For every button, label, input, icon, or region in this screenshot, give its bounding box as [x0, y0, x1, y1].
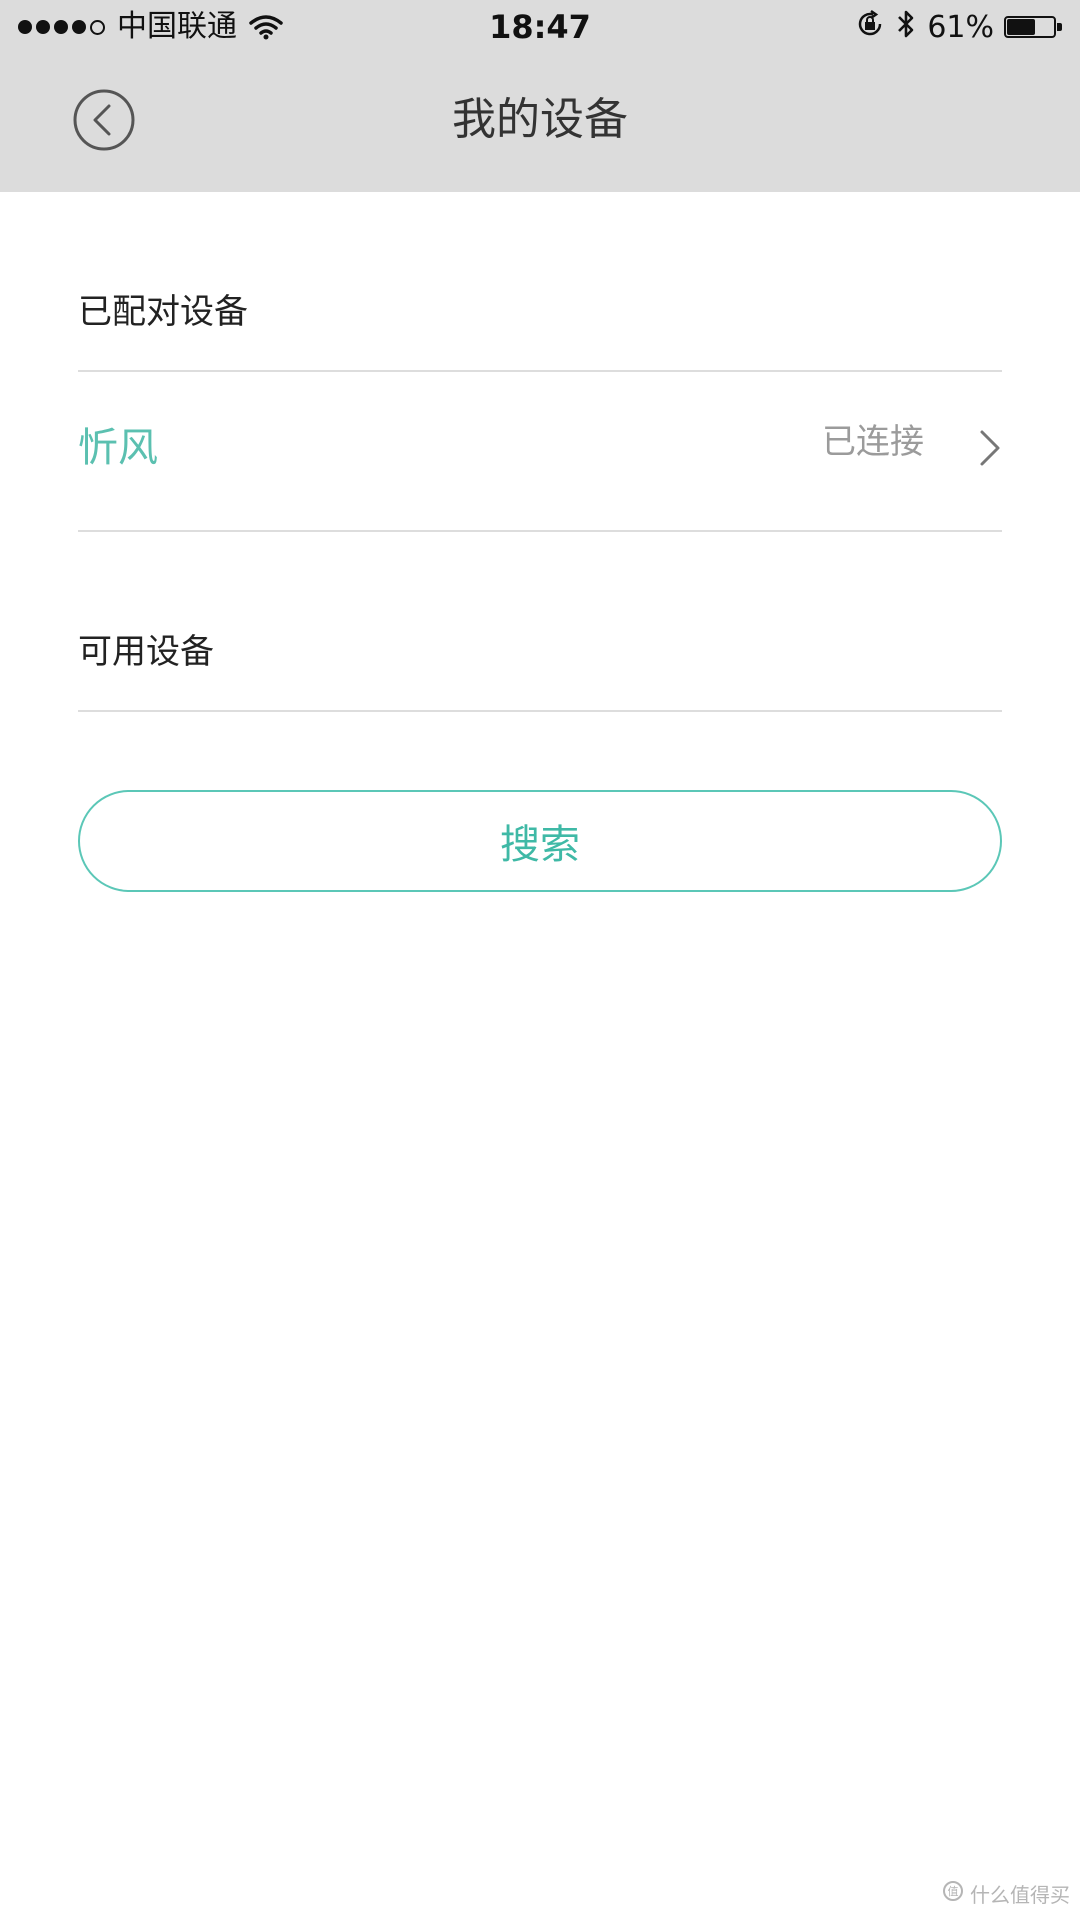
battery-icon: [1004, 16, 1062, 40]
divider: [78, 530, 1002, 532]
available-devices-header: 可用设备: [78, 632, 214, 672]
divider: [78, 710, 1002, 712]
status-right: 61%: [855, 8, 1062, 48]
watermark-text: 什么值得买: [970, 1883, 1070, 1907]
paired-device-row[interactable]: 忻风 已连接: [78, 372, 1002, 530]
svg-text:值: 值: [948, 1885, 959, 1898]
paired-devices-header: 已配对设备: [78, 292, 248, 332]
battery-percentage: 61%: [927, 10, 994, 45]
page-title: 我的设备: [452, 94, 628, 145]
status-bar: 中国联通 18:47 61%: [0, 0, 1080, 54]
rotation-lock-icon: [855, 9, 885, 47]
device-connection-status: 已连接: [822, 422, 924, 462]
search-button[interactable]: 搜索: [78, 790, 1002, 892]
chevron-right-icon: [978, 428, 1002, 472]
watermark-logo-icon: 值: [942, 1880, 964, 1907]
bluetooth-icon: [895, 8, 917, 48]
watermark: 值 什么值得买: [942, 1879, 1070, 1908]
device-name: 忻风: [78, 425, 158, 471]
navigation-bar: 我的设备: [0, 54, 1080, 192]
